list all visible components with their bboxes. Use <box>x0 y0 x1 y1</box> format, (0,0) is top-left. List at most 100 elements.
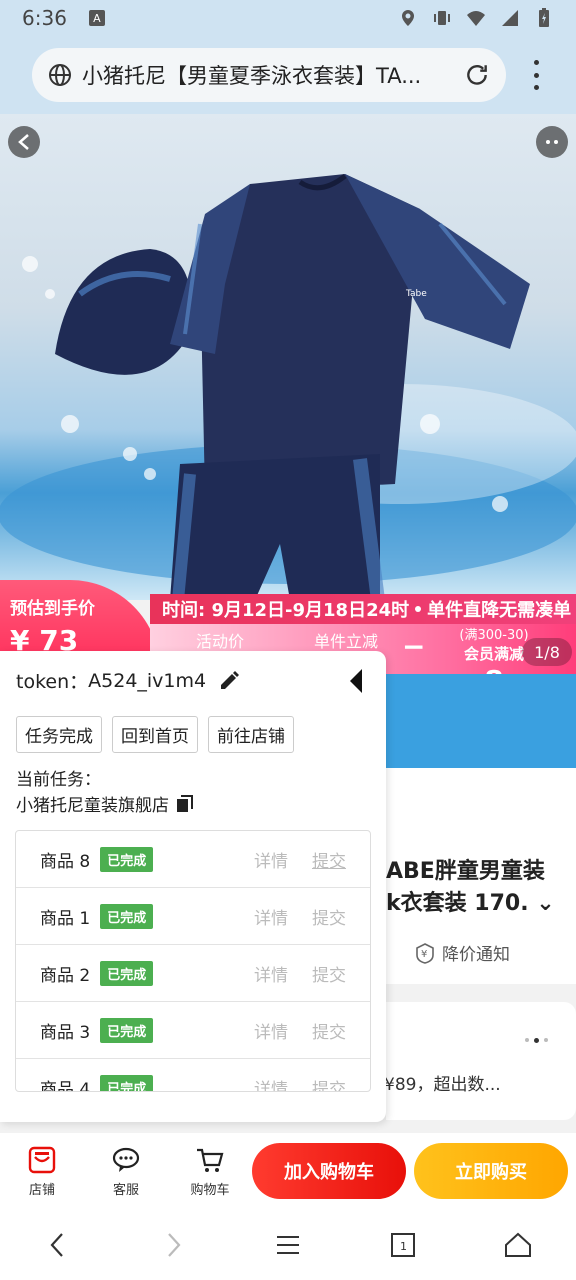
vibrate-icon <box>434 11 450 25</box>
forward-nav-icon[interactable] <box>158 1230 188 1260</box>
task-list[interactable]: 商品 8 已完成 详情 提交 商品 1 已完成 详情 提交 商品 2 已完成 详… <box>15 830 371 1092</box>
task-row: 商品 4 已完成 详情 提交 <box>16 1059 370 1092</box>
current-task: 小猪托尼童装旗舰店 <box>16 791 195 816</box>
swimsuit-illustration: Tabe <box>0 174 576 600</box>
promo-sub-card[interactable]: ¥89，超出数... <box>384 1002 576 1120</box>
submit-link[interactable]: 提交 <box>312 961 346 986</box>
task-row: 商品 8 已完成 详情 提交 <box>16 831 370 888</box>
action-bar: 店铺 客服 购物车 加入购物车 立即购买 <box>0 1133 576 1209</box>
price-notify-button[interactable]: ¥ 降价通知 <box>414 940 510 965</box>
back-icon[interactable] <box>8 126 40 158</box>
promo-period: 时间: 9月12日-9月18日24时 <box>162 600 410 621</box>
detail-link[interactable]: 详情 <box>254 847 288 872</box>
task-done-button[interactable]: 任务完成 <box>16 716 102 753</box>
globe-icon <box>49 64 71 86</box>
wifi-icon <box>467 11 485 26</box>
status-badge: 已完成 <box>100 903 154 929</box>
svg-text:Tabe: Tabe <box>405 289 427 299</box>
detail-link[interactable]: 详情 <box>254 1018 288 1043</box>
sub-card-text: ¥89，超出数... <box>384 1075 501 1095</box>
product-title-line2: k衣套装 170. ⌄ <box>386 891 555 916</box>
home-icon[interactable] <box>503 1230 533 1260</box>
estimate-label: 预估到手价 <box>10 599 95 619</box>
service-button[interactable]: 客服 <box>84 1145 168 1198</box>
single-reduce-label: 单件立减 <box>314 632 379 651</box>
task-panel: token： A524_iv1m4 任务完成 回到首页 前往店铺 当前任务： 小… <box>0 651 386 1122</box>
cart-icon <box>197 1148 224 1172</box>
panel-button-row: 任务完成 回到首页 前往店铺 <box>16 716 294 753</box>
detail-link[interactable]: 详情 <box>254 961 288 986</box>
status-badge: 已完成 <box>100 1074 154 1091</box>
browser-menu-icon[interactable] <box>522 60 550 90</box>
detail-link[interactable]: 详情 <box>254 1075 288 1092</box>
menu-lines-icon[interactable] <box>273 1230 303 1260</box>
shop-label: 店铺 <box>28 1182 55 1198</box>
task-name: 商品 8 <box>40 851 91 872</box>
collapse-panel-icon[interactable] <box>348 667 364 695</box>
status-time: 6:36 <box>22 6 67 30</box>
shop-icon <box>28 1146 56 1173</box>
submit-link[interactable]: 提交 <box>312 1075 346 1092</box>
back-home-button[interactable]: 回到首页 <box>112 716 198 753</box>
back-nav-icon[interactable] <box>43 1230 73 1260</box>
submit-link[interactable]: 提交 <box>312 1018 346 1043</box>
reload-icon[interactable] <box>464 62 490 88</box>
chat-icon <box>112 1147 140 1172</box>
task-row: 商品 1 已完成 详情 提交 <box>16 888 370 945</box>
banner-image-strip <box>386 674 576 768</box>
task-name: 商品 3 <box>40 1022 91 1043</box>
more-icon[interactable] <box>536 126 568 158</box>
product-title-line1: ABE胖童男童装 <box>386 859 545 884</box>
token-row: token： A524_iv1m4 <box>16 667 240 694</box>
product-image[interactable]: Tabe <box>0 114 576 600</box>
expand-chevron-icon[interactable]: ⌄ <box>536 891 554 916</box>
copy-icon[interactable] <box>175 794 195 814</box>
current-task-name: 小猪托尼童装旗舰店 <box>16 796 169 816</box>
promo-period-strip: 时间: 9月12日-9月18日24时 单件直降无需凑单 <box>150 594 576 624</box>
minus-sign: − <box>402 630 426 663</box>
token-value: A524_iv1m4 <box>88 669 207 692</box>
task-row: 商品 3 已完成 详情 提交 <box>16 1002 370 1059</box>
svg-text:¥: ¥ <box>421 949 427 960</box>
add-to-cart-button[interactable]: 加入购物车 <box>252 1143 406 1199</box>
cart-button[interactable]: 购物车 <box>168 1145 252 1198</box>
cart-label: 购物车 <box>190 1182 230 1198</box>
task-name: 商品 2 <box>40 965 91 986</box>
notification-a-icon: A <box>88 10 105 26</box>
location-icon <box>402 10 414 26</box>
current-task-label: 当前任务： <box>16 770 101 790</box>
promo-slogan: 单件直降无需凑单 <box>427 600 572 621</box>
buy-now-button[interactable]: 立即购买 <box>414 1143 568 1199</box>
task-row: 商品 2 已完成 详情 提交 <box>16 945 370 1002</box>
product-info-card: ABE胖童男童装 k衣套装 170. ⌄ ¥ 降价通知 <box>386 768 576 984</box>
signal-icon <box>502 10 518 26</box>
shop-button[interactable]: 店铺 <box>0 1145 84 1198</box>
submit-link[interactable]: 提交 <box>312 904 346 929</box>
battery-icon <box>539 8 549 27</box>
edit-pencil-icon[interactable] <box>218 670 240 692</box>
carousel-dots <box>525 1038 548 1043</box>
detail-link[interactable]: 详情 <box>254 904 288 929</box>
tabs-icon[interactable]: 1 <box>388 1230 418 1260</box>
product-title[interactable]: ABE胖童男童装 k衣套装 170. ⌄ <box>386 856 555 920</box>
submit-link[interactable]: 提交 <box>312 847 346 872</box>
activity-price-label: 活动价 <box>196 632 245 651</box>
status-badge: 已完成 <box>100 960 154 986</box>
image-page-indicator: 1/8 <box>522 638 572 666</box>
system-nav-bar: 1 <box>0 1209 576 1280</box>
svg-text:1: 1 <box>400 1240 407 1253</box>
price-notify-label: 降价通知 <box>442 945 510 965</box>
member-threshold: (满300-30) <box>459 628 529 643</box>
status-bar: 6:36 A <box>0 0 576 36</box>
goto-shop-button[interactable]: 前往店铺 <box>208 716 294 753</box>
price-notify-icon: ¥ <box>416 942 434 964</box>
url-text[interactable]: 小猪托尼【男童夏季泳衣套装】TA... <box>82 60 454 90</box>
service-label: 客服 <box>112 1182 139 1198</box>
status-badge: 已完成 <box>100 1017 154 1043</box>
url-bar[interactable]: 小猪托尼【男童夏季泳衣套装】TA... <box>32 48 506 102</box>
token-label: token： <box>16 671 89 693</box>
status-badge: 已完成 <box>100 846 154 872</box>
task-name: 商品 4 <box>40 1079 91 1092</box>
task-name: 商品 1 <box>40 908 91 929</box>
browser-toolbar: 小猪托尼【男童夏季泳衣套装】TA... <box>0 36 576 114</box>
